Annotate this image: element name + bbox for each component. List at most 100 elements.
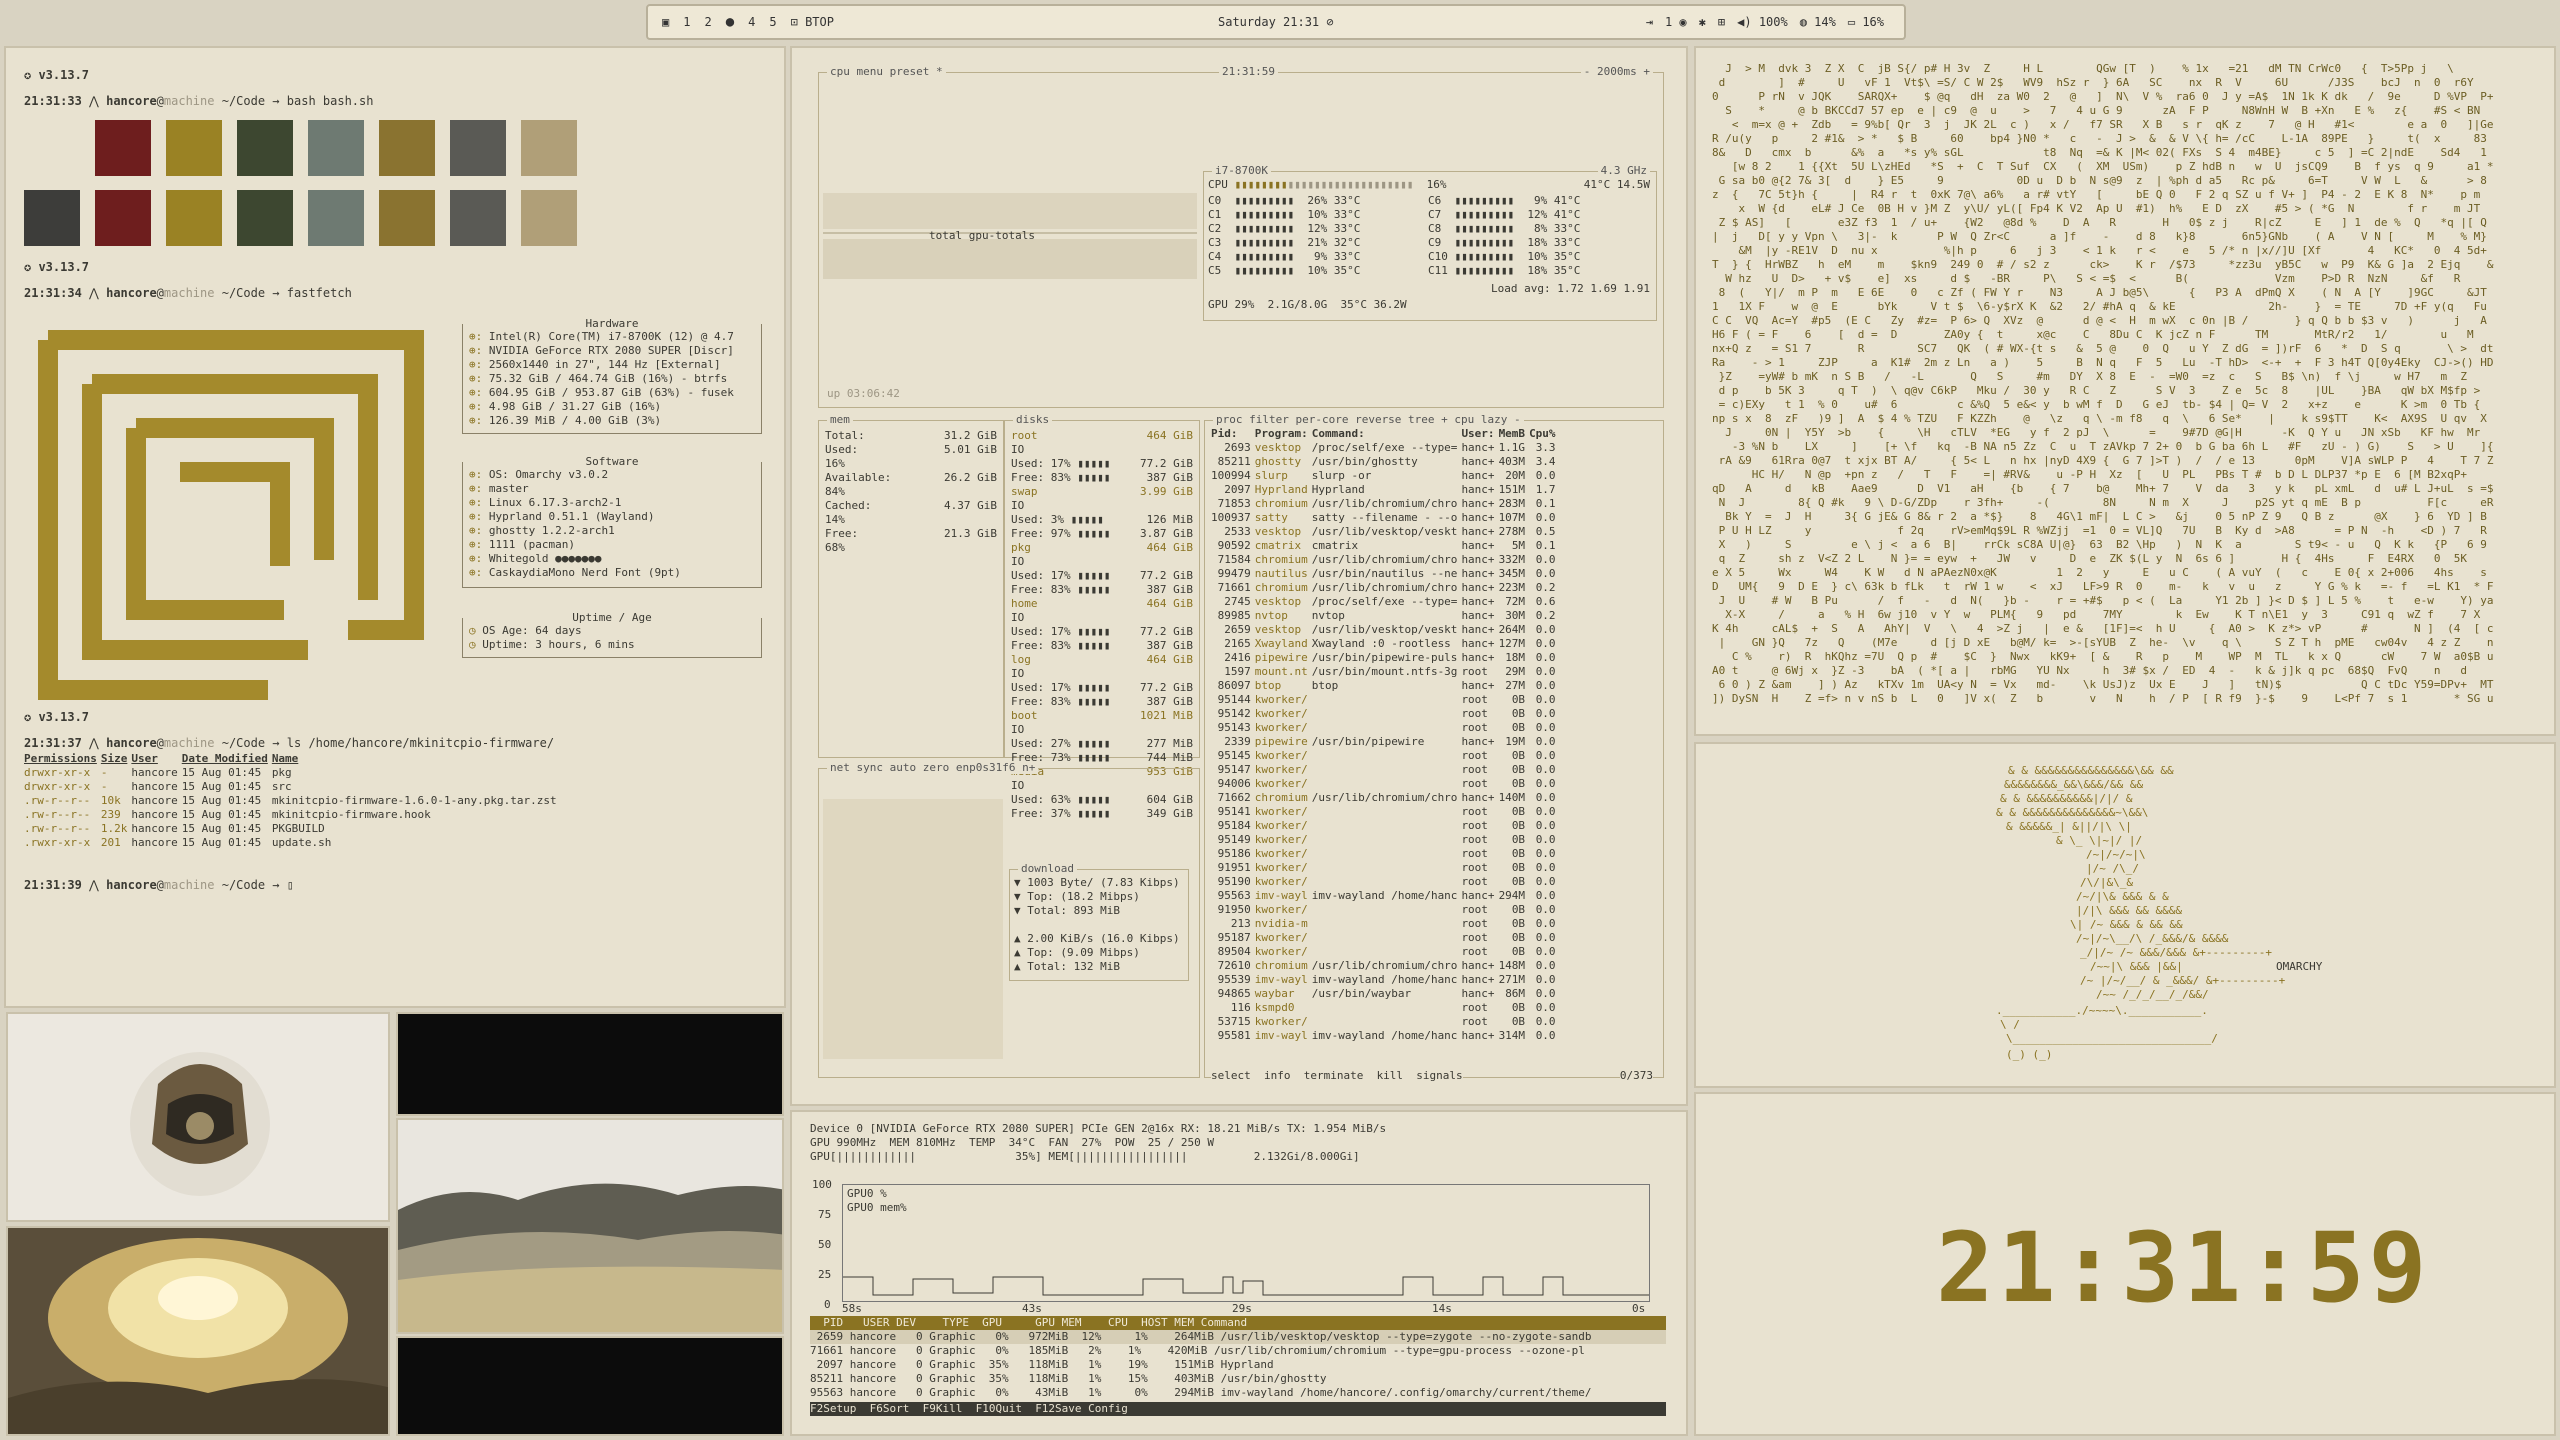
wallpaper-tile-hills[interactable] [396, 1118, 784, 1334]
gpu-process-row[interactable]: 2097 hancore 0 Graphic 35% 118MiB 1% 19%… [810, 1358, 1666, 1372]
nvtop-window[interactable]: Device 0 [NVIDIA GeForce RTX 2080 SUPER]… [790, 1110, 1688, 1436]
proc-row[interactable]: 95187 kworker/root 0B 0.0 [1211, 931, 1560, 945]
proc-row[interactable]: 2693 vesktop/proc/self/exe --type= hanc+ 1.… [1211, 441, 1560, 455]
gpu-process-row[interactable]: 95563 hancore 0 Graphic 0% 43MiB 1% 0% 2… [810, 1386, 1666, 1400]
footer-key[interactable]: F10Quit [976, 1402, 1036, 1415]
proc-row[interactable]: 2165 Xwayland Xwayland :0 -rootless hanc+ 12… [1211, 637, 1560, 651]
proc-row[interactable]: 95145 kworker/root 0B 0.0 [1211, 749, 1560, 763]
proc-row[interactable]: 72610 chromium/usr/lib/chromium/chro hanc+… [1211, 959, 1560, 973]
proc-row[interactable]: 2659 vesktop/usr/lib/vesktop/veskt hanc+ 26… [1211, 623, 1560, 637]
network-icon[interactable]: ⊞ [1718, 15, 1725, 29]
proc-row[interactable]: 2339 pipewire/usr/bin/pipewire hanc+ 19M 0.0 [1211, 735, 1560, 749]
wallpaper-tile-helmet[interactable] [6, 1012, 390, 1222]
proc-row[interactable]: 71661 chromium/usr/lib/chromium/chro hanc+… [1211, 581, 1560, 595]
proc-cell: 0.1 [1535, 497, 1556, 510]
footer-key[interactable]: F6Sort [870, 1402, 923, 1415]
wallpaper-tile-black-2[interactable] [396, 1336, 784, 1436]
workspace-5[interactable]: 5 [769, 15, 776, 29]
proc-cell: /usr/bin/ghostty [1311, 455, 1418, 468]
cpu-box-title[interactable]: cpu menu preset * [827, 65, 946, 78]
proc-row[interactable]: 89985 nvtop nvtop hanc+ 30M 0.2 [1211, 609, 1560, 623]
ls-output: Permissions Size User Date Modified Name drwx… [24, 752, 561, 850]
svg-text:.___________./~~~~\.__________: .___________./~~~~\.___________. [1996, 1004, 2208, 1017]
proc-row[interactable]: 1597 mount.nt/usr/bin/mount.ntfs-3g root 29… [1211, 665, 1560, 679]
proc-row[interactable]: 95149 kworker/root 0B 0.0 [1211, 833, 1560, 847]
gpu-process-row[interactable]: 85211 hancore 0 Graphic 35% 118MiB 1% 15… [810, 1372, 1666, 1386]
proc-row[interactable]: 91951 kworker/root 0B 0.0 [1211, 861, 1560, 875]
workspace-1[interactable]: 1 [683, 15, 690, 29]
clock-text[interactable]: Saturday 21:31 ⊘ [1218, 15, 1334, 29]
proc-row[interactable]: 95143 kworker/root 0B 0.0 [1211, 721, 1560, 735]
proc-cell [1312, 1015, 1462, 1029]
clouds-image [8, 1228, 388, 1434]
workspace-2[interactable]: 2 [704, 15, 711, 29]
color-swatch [308, 190, 364, 246]
proc-row[interactable]: 95190 kworker/root 0B 0.0 [1211, 875, 1560, 889]
proc-row[interactable]: 2416 pipewire/usr/bin/pipewire-puls hanc+ 1… [1211, 651, 1560, 665]
cmatrix-window[interactable]: J > M dvk 3 Z X C jB S{/ p# H 3v Z H L Q… [1694, 46, 2556, 736]
grid-icon[interactable]: ▣ [662, 15, 669, 29]
proc-row[interactable]: 95563 imv-wayl imv-wayland /home/hanc hanc+… [1211, 889, 1560, 903]
proc-row[interactable]: 95141 kworker/root 0B 0.0 [1211, 805, 1560, 819]
proc-cell: kworker/ [1254, 819, 1308, 832]
proc-row[interactable]: 95184 kworker/root 0B 0.0 [1211, 819, 1560, 833]
proc-cell: /usr/bin/mount.ntfs-3g [1311, 665, 1458, 678]
interval-control[interactable]: - 2000ms + [1580, 65, 1653, 78]
notification-off-icon[interactable]: ⊘ [1326, 15, 1333, 29]
proc-row[interactable]: 95144 kworker/root 0B 0.0 [1211, 693, 1560, 707]
proc-row[interactable]: 2533 vesktop/usr/lib/vesktop/veskt hanc+ 27… [1211, 525, 1560, 539]
proc-row[interactable]: 95147 kworker/root 0B 0.0 [1211, 763, 1560, 777]
workspace-3[interactable]: ● [726, 14, 734, 30]
wallpaper-tile-clouds[interactable] [6, 1226, 390, 1436]
proc-row[interactable]: 94006 kworker/root 0B 0.0 [1211, 777, 1560, 791]
proc-cell: slurp -or [1311, 469, 1372, 482]
gpu-process-row[interactable]: 2659 hancore 0 Graphic 0% 972MiB 12% 1% … [810, 1330, 1666, 1344]
proc-box[interactable]: proc filter per-core reverse tree + cpu … [1204, 413, 1664, 1083]
hardware-box: Hardware ⊕: Intel(R) Core(TM) i7-8700K (… [462, 317, 762, 434]
wifi-indicator[interactable]: 1 ◉ [1665, 15, 1687, 29]
footer-key[interactable]: F2Setup [810, 1402, 870, 1415]
wallpaper-tile-black[interactable] [396, 1012, 784, 1116]
proc-row[interactable]: 2097 Hyprland Hyprland hanc+ 151M 1.7 [1211, 483, 1560, 497]
proc-row[interactable]: 95539 imv-wayl imv-wayland /home/hanc hanc+… [1211, 973, 1560, 987]
ascii-art-window[interactable]: & & &&&&&&&&&&&&&&&\&& && &&&&&&&&_&&\&&… [1694, 742, 2556, 1088]
footer-key[interactable]: F9Kill [923, 1402, 976, 1415]
proc-row[interactable]: 71584 chromium/usr/lib/chromium/chro hanc+… [1211, 553, 1560, 567]
proc-row[interactable]: 53715 kworker/root 0B 0.0 [1211, 1015, 1560, 1029]
proc-row[interactable]: 95186 kworker/root 0B 0.0 [1211, 847, 1560, 861]
core-row: C0 ▮▮▮▮▮▮▮▮▮ 26% 33°C [1208, 194, 1361, 207]
proc-row[interactable]: 2745 vesktop/proc/self/exe --type= hanc+ 72… [1211, 595, 1560, 609]
proc-cell: root [1461, 665, 1488, 678]
workspace-4[interactable]: 4 [748, 15, 755, 29]
terminal-window[interactable]: ✪ v3.13.7 21:31:33 ⋀ hancore@machine ~/C… [4, 46, 786, 1008]
proc-row[interactable]: 100994 slurp slurp -or hanc+ 20M 0.0 [1211, 469, 1560, 483]
proc-row[interactable]: 99479 nautilus/usr/bin/nautilus --ne hanc+… [1211, 567, 1560, 581]
clock-window[interactable]: 21:31:59 [1694, 1092, 2556, 1436]
proc-cell: 151M [1498, 483, 1526, 496]
proc-row[interactable]: 100937 satty satty --filename - --o hanc+ 10… [1211, 511, 1560, 525]
proc-row[interactable]: 213 nvidia-m root 0B 0.0 [1211, 917, 1560, 931]
screen-record-icon[interactable]: ⇥ [1646, 15, 1653, 29]
footer-key[interactable]: F12Save Config [1035, 1402, 1141, 1415]
proc-row[interactable]: 86097 btop btop hanc+ 27M 0.0 [1211, 679, 1560, 693]
proc-cell: 95581 [1217, 1029, 1251, 1042]
proc-row[interactable]: 91950 kworker/root 0B 0.0 [1211, 903, 1560, 917]
volume-indicator[interactable]: ◀) 100% [1737, 15, 1788, 29]
cpu-indicator[interactable]: ◍ 14% [1800, 15, 1836, 29]
proc-row[interactable]: 94865 waybar/usr/bin/waybar hanc+ 86M 0.0 [1211, 987, 1560, 1001]
proc-row[interactable]: 95142 kworker/root 0B 0.0 [1211, 707, 1560, 721]
bluetooth-icon[interactable]: ✱ [1699, 15, 1706, 29]
prompt-line[interactable]: 21:31:39 ⋀ hancore@machine ~/Code → ▯ [24, 876, 764, 894]
proc-row[interactable]: 71853 chromium/usr/lib/chromium/chro hanc+… [1211, 497, 1560, 511]
proc-row[interactable]: 85211 ghostty/usr/bin/ghostty hanc+ 403M 3.4 [1211, 455, 1560, 469]
proc-row[interactable]: 89504 kworker/root 0B 0.0 [1211, 945, 1560, 959]
proc-row[interactable]: 90592 cmatrix cmatrix hanc+ 5M 0.1 [1211, 539, 1560, 553]
battery-indicator[interactable]: ▭ 16% [1848, 15, 1884, 29]
proc-row[interactable]: 116 ksmpd0 root 0B 0.0 [1211, 1001, 1560, 1015]
proc-cell: 0B [1511, 847, 1526, 860]
ls-row: drwxr-xr-x - hancore 15 Aug 01:45 pkg [24, 766, 561, 780]
proc-row[interactable]: 95581 imv-wayl imv-wayland /home/hanc hanc+… [1211, 1029, 1560, 1043]
btop-window[interactable]: cpu menu preset * 21:31:59 - 2000ms + to… [790, 46, 1688, 1106]
gpu-process-row[interactable]: 71661 hancore 0 Graphic 0% 185MiB 2% 1% … [810, 1344, 1666, 1358]
proc-row[interactable]: 71662 chromium/usr/lib/chromium/chro hanc+… [1211, 791, 1560, 805]
